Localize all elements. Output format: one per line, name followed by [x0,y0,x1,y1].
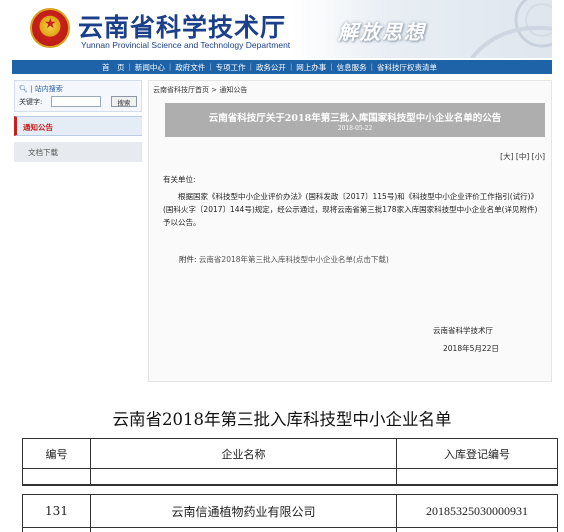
main-nav: 首 页 | 新闻中心 | 政府文件 | 专项工作 | 政务公开 | 网上办事 | 信息服务 |… [12,60,552,74]
site-header: 云南省科学技术厅 Yunnan Provincial Science and T… [12,0,552,58]
sidebar-item-label: 文档下载 [28,148,58,157]
nav-item-gov-docs[interactable]: 政府文件 [171,62,209,73]
table-row [22,528,558,532]
column-header-number: 编号 [23,439,91,468]
article-date: 2018-05-22 [337,125,373,132]
table-cell [91,469,397,484]
table-cell [23,469,91,484]
header-decoration-icon [470,0,552,58]
article-salutation: 有关单位: [163,175,196,184]
nav-item-gov-affairs[interactable]: 政务公开 [252,62,290,73]
search-icon: 🔍︎ [19,85,28,93]
article-title: 云南省科技厅关于2018年第三批入库国家科技型中小企业名单的公告 [208,113,502,124]
search-title: 🔍︎ | 站内搜索 [19,85,63,93]
sidebar-item-label: 通知公告 [23,123,53,132]
attachment-label: 附件: [179,255,197,264]
table-cell [397,469,557,484]
nav-item-home[interactable]: 首 页 [98,62,129,73]
table-header-row: 编号 企业名称 入库登记编号 [22,438,558,469]
cell-reg-number: 20185325030000931 [426,503,528,518]
keyword-input[interactable] [51,96,101,107]
article-panel: 云南省科技厅首页 > 通知公告 云南省科技厅关于2018年第三批入库国家科技型中… [148,80,552,382]
sidebar-item-notices[interactable]: 通知公告 [14,116,142,136]
sidebar: 🔍︎ | 站内搜索 关键字: 搜索 通知公告 文档下载 [14,80,142,380]
table-row: 131 云南信通植物药业有限公司 20185325030000931 [22,494,558,528]
nav-item-news[interactable]: 新闻中心 [131,62,169,73]
sidebar-item-downloads[interactable]: 文档下载 [14,142,142,162]
nav-item-power-list[interactable]: 省科技厅权责清单 [373,62,441,73]
table-row [22,469,558,486]
search-title-label: 站内搜索 [34,85,63,93]
nav-item-special-work[interactable]: 专项工作 [212,62,250,73]
table-cell [397,528,557,532]
site-title: 云南省科学技术厅 [78,13,287,42]
article-sign-date: 2018年5月22日 [443,344,499,353]
national-emblem-icon [30,8,70,48]
table-cell [23,528,91,532]
article-signer: 云南省科学技术厅 [433,326,493,335]
breadcrumb: 云南省科技厅首页 > 通知公告 [153,86,248,94]
site-search-box: 🔍︎ | 站内搜索 关键字: 搜索 [14,80,142,112]
nav-item-online-services[interactable]: 网上办事 [292,62,330,73]
column-header-name: 企业名称 [91,439,397,468]
cell-number: 131 [23,495,91,527]
search-button[interactable]: 搜索 [111,96,137,107]
article-header: 云南省科技厅关于2018年第三批入库国家科技型中小企业名单的公告 2018-05… [165,103,545,137]
header-slogan: 解放思想 [338,20,426,44]
column-header-reg-number: 入库登记编号 [444,447,510,461]
keyword-label: 关键字: [19,98,43,106]
attachment-line: 附件: 云南省2018年第三批入库科技型中小企业名单(点击下载) [179,254,389,265]
site-subtitle: Yunnan Provincial Science and Technology… [81,40,291,50]
cell-name: 云南信通植物药业有限公司 [91,495,397,527]
attachment-link[interactable]: 云南省2018年第三批入库科技型中小企业名单(点击下载) [199,255,389,264]
article-body: 根据国家《科技型中小企业评价办法》(国科发政〔2017〕115号)和《科技型中小… [163,192,539,227]
table-cell [91,528,397,532]
font-size-links[interactable]: [大] [中] [小] [500,151,545,162]
list-title: 云南省2018年第三批入库科技型中小企业名单 [112,410,452,429]
nav-item-info-services[interactable]: 信息服务 [333,62,371,73]
